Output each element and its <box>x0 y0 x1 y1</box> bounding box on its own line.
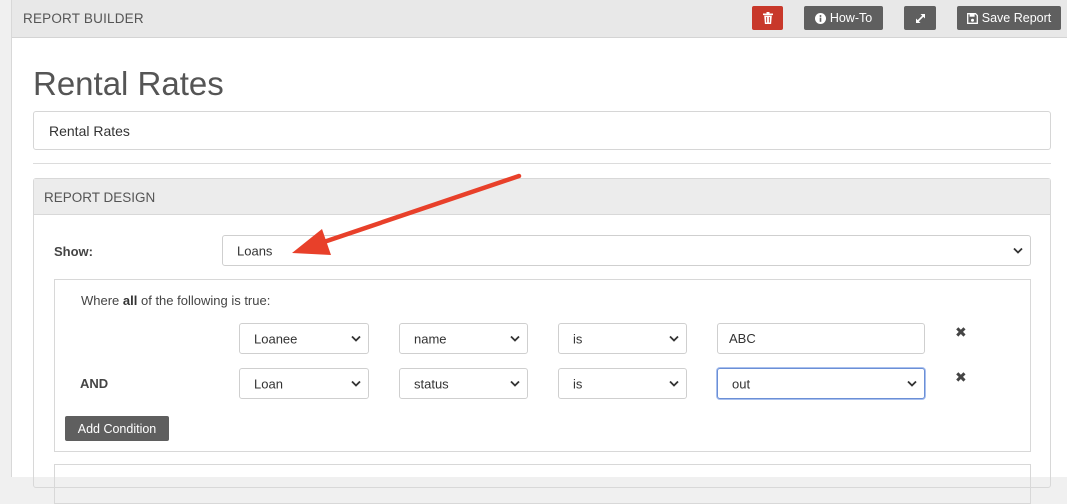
delete-report-button[interactable] <box>752 6 783 30</box>
next-section-box <box>54 464 1031 504</box>
chevron-down-icon <box>669 335 679 342</box>
report-design-title: REPORT DESIGN <box>44 190 156 205</box>
info-circle-icon <box>814 12 826 24</box>
condition-1-operator-select[interactable]: is <box>558 323 687 354</box>
condition-1-field-value: name <box>414 331 447 346</box>
chevron-down-icon <box>351 380 361 387</box>
condition-1-entity-select[interactable]: Loanee <box>239 323 369 354</box>
report-builder-header: REPORT BUILDER How-To Save Report <box>12 0 1067 38</box>
and-connector-label: AND <box>80 376 109 391</box>
condition-1-entity-value: Loanee <box>254 331 298 346</box>
report-design-section: REPORT DESIGN Show: Loans Where all of t… <box>33 178 1051 504</box>
expand-button[interactable] <box>904 6 936 30</box>
condition-1-remove-icon[interactable]: ✖ <box>955 324 967 341</box>
add-condition-button[interactable]: Add Condition <box>65 416 169 441</box>
conditions-intro: Where all of the following is true: <box>81 293 271 308</box>
chevron-down-icon <box>907 380 917 387</box>
condition-2-entity-value: Loan <box>254 376 283 391</box>
chevron-down-icon <box>510 380 520 387</box>
chevron-down-icon <box>669 380 679 387</box>
save-report-button[interactable]: Save Report <box>957 6 1061 30</box>
report-design-header: REPORT DESIGN <box>34 179 1050 215</box>
condition-2-operator-select[interactable]: is <box>558 368 687 399</box>
how-to-label: How-To <box>829 11 873 25</box>
section-divider <box>33 163 1051 164</box>
condition-2-value-select[interactable]: out <box>717 368 925 399</box>
report-builder-panel: REPORT BUILDER How-To Save Report Rental… <box>11 0 1067 504</box>
condition-2-field-select[interactable]: status <box>399 368 528 399</box>
condition-2-entity-select[interactable]: Loan <box>239 368 369 399</box>
how-to-button[interactable]: How-To <box>804 6 883 30</box>
report-name-input[interactable] <box>33 111 1051 150</box>
chevron-down-icon <box>351 335 361 342</box>
floppy-disk-icon <box>966 12 978 24</box>
header-title: REPORT BUILDER <box>23 11 144 26</box>
condition-1-field-select[interactable]: name <box>399 323 528 354</box>
show-select-value: Loans <box>237 243 273 258</box>
condition-2-value-value: out <box>732 376 751 391</box>
trash-icon <box>762 12 773 24</box>
expand-arrows-icon <box>915 13 925 23</box>
chevron-down-icon <box>510 335 520 342</box>
chevron-down-icon <box>1013 247 1023 254</box>
condition-1-operator-value: is <box>573 331 583 346</box>
condition-2-operator-value: is <box>573 376 583 391</box>
show-label: Show: <box>54 244 93 259</box>
add-condition-label: Add Condition <box>77 421 157 436</box>
show-select[interactable]: Loans <box>222 235 1031 266</box>
conditions-box: Where all of the following is true: Loan… <box>54 279 1031 452</box>
condition-2-remove-icon[interactable]: ✖ <box>955 369 967 386</box>
condition-2-field-value: status <box>414 376 449 391</box>
page-title: Rental Rates <box>33 65 224 102</box>
condition-1-value-input[interactable] <box>717 323 925 354</box>
save-report-label: Save Report <box>981 11 1052 25</box>
